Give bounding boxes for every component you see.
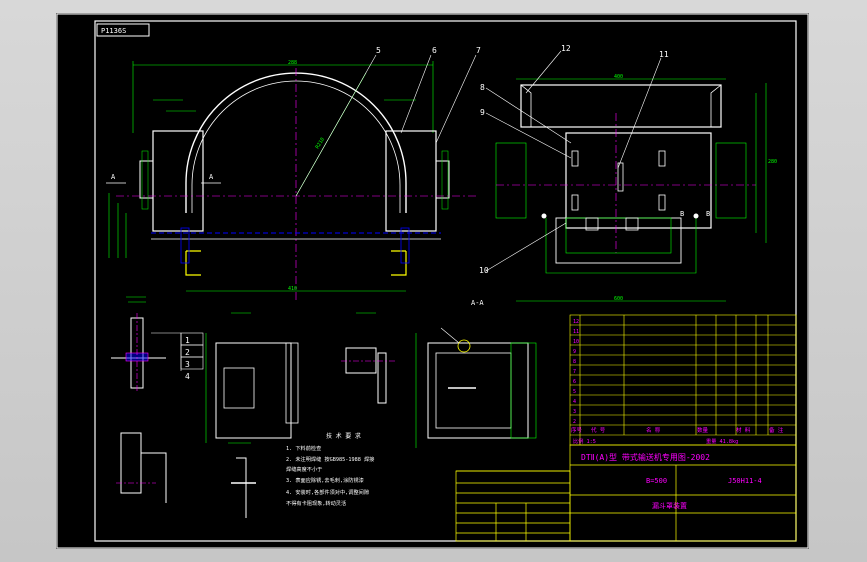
drawing-canvas[interactable]: P1136S 288 R210 410 A A 5 6 7 600 400 28… bbox=[56, 13, 809, 549]
callout-8: 8 bbox=[480, 83, 485, 92]
detail-views: 1 2 3 4 A-A bbox=[111, 296, 537, 518]
dim-height-right: 280 bbox=[768, 159, 777, 165]
dim-base-width: 410 bbox=[288, 286, 297, 292]
table-header-3: 名 称 bbox=[646, 426, 661, 434]
cad-drawing: P1136S 288 R210 410 A A 5 6 7 600 400 28… bbox=[56, 13, 809, 549]
note-line-1: 1. 下料前检查 bbox=[286, 444, 321, 452]
dim-right-width: 400 bbox=[614, 74, 623, 80]
svg-text:10: 10 bbox=[573, 339, 579, 345]
table-header-2: 代 号 bbox=[591, 426, 606, 434]
side-view: 600 400 280 B B 8 9 10 11 12 bbox=[479, 44, 777, 302]
svg-text:7: 7 bbox=[573, 369, 576, 375]
label-tag: P1136S bbox=[101, 27, 126, 35]
table-header-1: 序号 bbox=[571, 426, 583, 434]
callout-11: 11 bbox=[659, 50, 669, 59]
svg-text:8: 8 bbox=[573, 359, 576, 365]
callout-5: 5 bbox=[376, 46, 381, 55]
front-view: 288 R210 410 A A 5 6 7 bbox=[106, 46, 481, 303]
project-title: DTⅡ(A)型 带式输送机专用图-2002 bbox=[581, 452, 710, 462]
note-line-6: 不得有卡阻现象,转动灵活 bbox=[286, 499, 346, 507]
callout-10: 10 bbox=[479, 266, 489, 275]
dim-main-width: 288 bbox=[288, 60, 297, 66]
svg-text:5: 5 bbox=[573, 389, 576, 395]
dim-radius: R210 bbox=[315, 137, 326, 150]
section-a-left: A bbox=[111, 173, 116, 181]
note-line-4: 3. 表面应除锈,去毛刺,涂防锈漆 bbox=[286, 476, 364, 484]
weight-label: 重量 41.8kg bbox=[706, 437, 738, 445]
detail-num-2: 2 bbox=[185, 348, 190, 357]
callout-7: 7 bbox=[476, 46, 481, 55]
svg-text:2: 2 bbox=[573, 419, 576, 425]
table-header-6: 备 注 bbox=[769, 426, 784, 434]
svg-text:11: 11 bbox=[573, 329, 579, 335]
outer-border bbox=[56, 13, 809, 549]
notes-title: 技 术 要 求 bbox=[326, 432, 361, 440]
detail-num-4: 4 bbox=[185, 372, 190, 381]
svg-text:6: 6 bbox=[573, 379, 576, 385]
table-header-4: 数量 bbox=[697, 426, 709, 434]
note-line-3: 焊缝高度不小于 bbox=[286, 465, 322, 473]
note-line-2: 2. 未注明焊缝 按GB985-1988 焊接 bbox=[286, 455, 374, 463]
spec-label: B=500 bbox=[646, 477, 667, 485]
scale-label: 比例 1:5 bbox=[573, 437, 596, 445]
section-b-right: B bbox=[706, 210, 710, 218]
svg-text:4: 4 bbox=[573, 399, 576, 405]
note-line-5: 4. 安装时,各部件须对中,调整间隙 bbox=[286, 488, 369, 496]
parts-list bbox=[569, 314, 797, 446]
section-b-left: B bbox=[680, 210, 684, 218]
drawing-number: J50H11-4 bbox=[728, 477, 762, 485]
callout-12: 12 bbox=[561, 44, 571, 53]
section-aa-label: A-A bbox=[471, 299, 484, 307]
technical-notes: 技 术 要 求 1. 下料前检查 2. 未注明焊缝 按GB985-1988 焊接… bbox=[286, 432, 374, 507]
inner-border bbox=[94, 20, 797, 542]
dim-right-bottom: 600 bbox=[614, 296, 623, 302]
svg-text:9: 9 bbox=[573, 349, 576, 355]
section-a-right: A bbox=[209, 173, 214, 181]
svg-text:3: 3 bbox=[573, 409, 576, 415]
callout-9: 9 bbox=[480, 108, 485, 117]
callout-6: 6 bbox=[432, 46, 437, 55]
detail-num-1: 1 bbox=[185, 336, 190, 345]
detail-num-3: 3 bbox=[185, 360, 190, 369]
svg-text:12: 12 bbox=[573, 319, 579, 325]
part-name: 漏斗罩装置 bbox=[652, 501, 687, 510]
table-header-5: 材 料 bbox=[736, 426, 751, 434]
parts-list-text: 12 11 10 9 8 7 6 5 4 3 2 序号 代 号 名 称 数量 材… bbox=[571, 319, 784, 445]
